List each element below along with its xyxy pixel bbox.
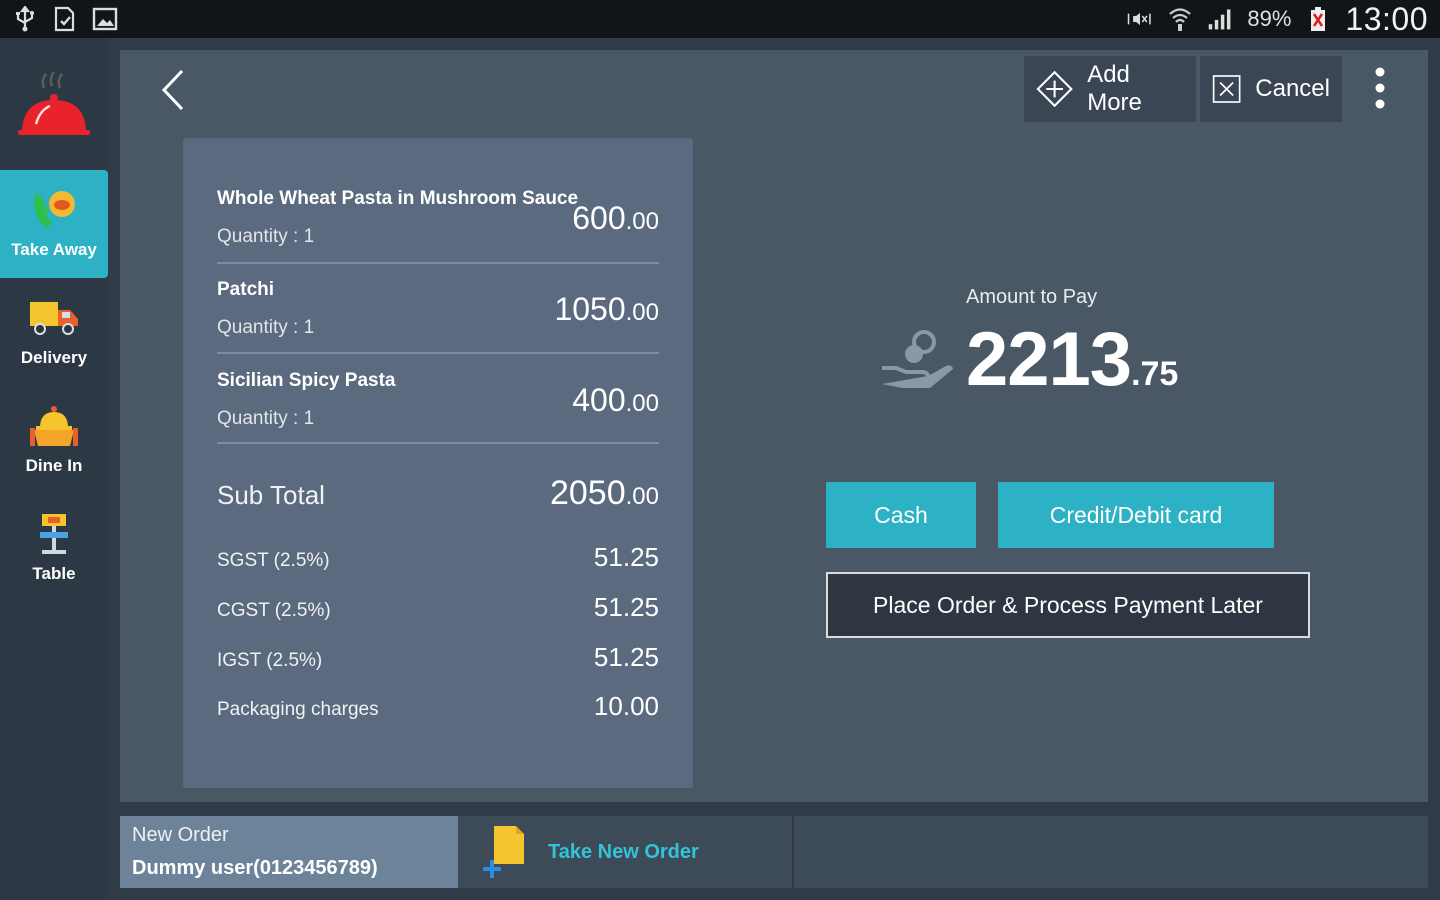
hand-coin-icon — [880, 328, 956, 392]
new-order-icon — [483, 826, 524, 878]
bottom-order-bar: New Order Dummy user(0123456789) Take Ne… — [120, 816, 1428, 888]
sidebar-item-label: Table — [32, 564, 76, 583]
charge-value: 51.25 — [593, 642, 659, 672]
sidebar: Take Away Delivery Dine In Table — [0, 38, 108, 900]
usb-icon — [12, 6, 38, 32]
charge-value: 51.25 — [593, 592, 659, 622]
subtotal-int: 2050 — [549, 474, 626, 512]
amount-decimal: .75 — [1131, 355, 1179, 393]
overflow-menu-button[interactable] — [1368, 66, 1392, 114]
charge-row-packaging: Packaging charges 10.00 — [217, 691, 659, 722]
order-item[interactable]: Sicilian Spicy Pasta Quantity : 1 400.00 — [217, 370, 659, 430]
cash-button[interactable]: Cash — [826, 482, 976, 548]
item-price: 1050.00 — [554, 291, 659, 328]
table-icon — [40, 514, 68, 554]
charge-row-igst: IGST (2.5%) 51.25 — [217, 642, 659, 673]
card-payment-button[interactable]: Credit/Debit card — [998, 482, 1274, 548]
order-tab-user: Dummy user(0123456789) — [132, 857, 378, 879]
sidebar-item-dine-in[interactable]: Dine In — [0, 386, 108, 494]
divider — [217, 442, 659, 444]
item-price-decimal: .00 — [625, 299, 659, 326]
battery-percent: 89% — [1247, 6, 1292, 31]
take-new-order-button[interactable]: Take New Order — [470, 816, 794, 888]
signal-icon — [1207, 6, 1233, 32]
add-more-label: Add More — [1087, 61, 1142, 116]
cancel-label: Cancel — [1255, 75, 1330, 102]
subtotal-label: Sub Total — [217, 480, 325, 510]
take-new-order-label: Take New Order — [548, 840, 699, 863]
back-button[interactable] — [154, 68, 194, 112]
pay-later-button[interactable]: Place Order & Process Payment Later — [826, 572, 1310, 638]
current-order-tab[interactable]: New Order Dummy user(0123456789) — [120, 816, 458, 888]
item-price-int: 1050 — [554, 291, 626, 327]
order-item[interactable]: Patchi Quantity : 1 1050.00 — [217, 279, 659, 339]
divider — [217, 352, 659, 354]
item-price-int: 400 — [572, 382, 626, 418]
status-bar: 89% 13:00 — [0, 0, 1440, 38]
subtotal-value: 2050.00 — [550, 474, 659, 513]
amount-label: Amount to Pay — [966, 286, 1098, 308]
add-more-button[interactable]: Add More — [1024, 56, 1196, 122]
order-summary-card: Whole Wheat Pasta in Mushroom Sauce Quan… — [183, 138, 693, 788]
file-check-icon — [52, 6, 78, 32]
sidebar-item-take-away[interactable]: Take Away — [0, 170, 108, 278]
amount-int: 2213 — [966, 317, 1132, 402]
charge-label: Packaging charges — [217, 699, 379, 720]
charge-label: CGST (2.5%) — [217, 600, 331, 621]
subtotal-row: Sub Total 2050.00 — [217, 474, 659, 513]
wifi-icon — [1167, 6, 1193, 32]
add-diamond-icon — [1036, 70, 1073, 108]
more-vertical-icon — [1375, 67, 1385, 109]
mute-icon — [1127, 6, 1153, 32]
item-price-int: 600 — [572, 200, 626, 236]
image-icon — [92, 6, 118, 32]
checkout-panel: Add More Cancel Whole Wheat Pasta in Mus… — [120, 50, 1428, 802]
charge-label: SGST (2.5%) — [217, 550, 330, 571]
close-box-icon — [1212, 75, 1241, 103]
order-item[interactable]: Whole Wheat Pasta in Mushroom Sauce Quan… — [217, 188, 659, 248]
chevron-left-icon — [161, 69, 184, 111]
order-tab-title: New Order — [132, 824, 229, 846]
cancel-button[interactable]: Cancel — [1200, 56, 1342, 122]
charge-label: IGST (2.5%) — [217, 650, 323, 671]
amount-to-pay: 2213.75 — [966, 316, 1178, 403]
sidebar-item-delivery[interactable]: Delivery — [0, 278, 108, 386]
subtotal-decimal: .00 — [625, 483, 659, 510]
item-price-decimal: .00 — [625, 208, 659, 235]
take-away-icon — [34, 191, 75, 228]
charge-value: 10.00 — [593, 691, 659, 721]
battery-icon — [1305, 6, 1331, 32]
item-price: 400.00 — [572, 382, 659, 419]
sidebar-item-label: Delivery — [20, 348, 88, 367]
divider — [217, 262, 659, 264]
charge-row-sgst: SGST (2.5%) 51.25 — [217, 542, 659, 573]
sidebar-item-label: Dine In — [25, 456, 83, 475]
restaurant-bell-icon — [12, 68, 96, 144]
charge-value: 51.25 — [593, 542, 659, 572]
delivery-truck-icon — [30, 302, 78, 335]
item-price-decimal: .00 — [625, 390, 659, 417]
dine-in-icon — [30, 406, 78, 446]
clock-time: 13:00 — [1345, 0, 1428, 37]
sidebar-item-label: Take Away — [11, 240, 97, 259]
sidebar-item-table[interactable]: Table — [0, 494, 108, 602]
item-price: 600.00 — [572, 200, 659, 237]
charge-row-cgst: CGST (2.5%) 51.25 — [217, 592, 659, 623]
